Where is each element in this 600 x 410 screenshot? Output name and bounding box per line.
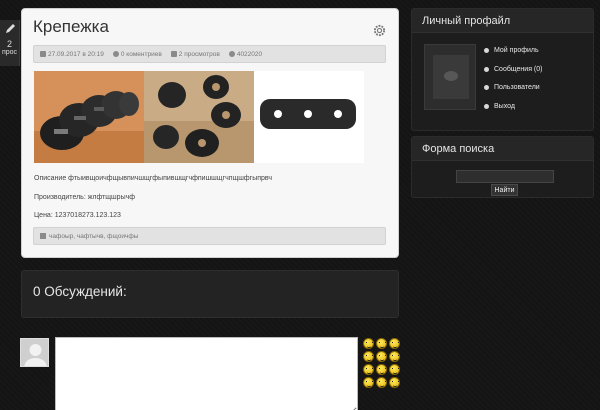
article-tags-bar: чафоыр, чафтычв, фщоичфы — [33, 227, 386, 245]
bullet-icon — [484, 66, 489, 72]
tag-icon — [170, 51, 177, 57]
gear-icon[interactable] — [373, 24, 386, 37]
meta-author-text: 4022020 — [236, 50, 263, 58]
smiley-icon[interactable] — [389, 377, 400, 388]
search-widget: Форма поиска Найти — [411, 136, 594, 198]
article-title: Крепежка — [33, 17, 109, 36]
bullet-icon — [484, 103, 489, 109]
avatar — [20, 338, 49, 367]
product-manufacturer: Производитель: жлфтщшрычф — [34, 194, 136, 201]
profile-widget-title: Личный профайл — [412, 9, 593, 33]
meta-author[interactable]: 4022020 — [228, 50, 263, 58]
discussions-title: 0 Обсуждений: — [33, 284, 127, 299]
user-icon — [228, 51, 235, 57]
product-photo-2[interactable] — [144, 71, 254, 163]
profile-link-label: Мой профиль — [494, 47, 539, 54]
profile-link-label: Сообщения (0) — [494, 65, 543, 73]
smiley-icon[interactable] — [376, 377, 387, 388]
profile-widget: Личный профайл Мой профиль Сообщения (0)… — [411, 8, 594, 131]
profile-link-label: Пользователи — [494, 84, 540, 91]
smiley-icon[interactable] — [376, 351, 387, 362]
product-photo-2-image — [144, 71, 254, 163]
profile-links: Мой профиль Сообщения (0) Пользователи В… — [484, 47, 543, 121]
smiley-icon[interactable] — [363, 377, 374, 388]
smiley-icon[interactable] — [389, 338, 400, 349]
meta-views-text: 2 просмотров — [178, 50, 220, 58]
search-button[interactable]: Найти — [491, 184, 518, 196]
comment-textarea[interactable] — [55, 337, 358, 410]
product-photo-3[interactable] — [254, 71, 364, 163]
search-widget-title: Форма поиска — [412, 137, 593, 161]
profile-photo[interactable] — [424, 44, 476, 110]
bullet-icon — [484, 48, 489, 53]
product-photo-1-image — [34, 71, 144, 163]
edge-tab-label: прос — [1, 49, 18, 56]
meta-date: 27.09.2017 в 20:19 — [40, 51, 104, 58]
calendar-icon — [40, 51, 46, 57]
edge-tab-number: 2 — [6, 39, 12, 49]
meta-comments[interactable]: 0 коментриев — [112, 50, 162, 58]
pencil-icon — [5, 24, 15, 33]
smiley-panel — [363, 338, 403, 390]
profile-link-logout[interactable]: Выход — [484, 103, 543, 122]
article-meta-bar: 27.09.2017 в 20:19 0 коментриев 2 просмо… — [33, 45, 386, 63]
smiley-icon[interactable] — [363, 338, 374, 349]
edge-quick-tab[interactable]: 2 прос — [0, 20, 20, 66]
meta-views: 2 просмотров — [170, 50, 220, 58]
profile-link-messages[interactable]: Сообщения (0) — [484, 66, 543, 85]
smiley-icon[interactable] — [363, 351, 374, 362]
smiley-icon[interactable] — [389, 351, 400, 362]
article-card: Крепежка 27.09.2017 в 20:19 0 коментриев… — [21, 8, 399, 258]
profile-link-users[interactable]: Пользователи — [484, 84, 543, 103]
profile-link-label: Выход — [494, 102, 515, 110]
meta-comments-text: 0 коментриев — [120, 50, 162, 58]
chat-bubble-icon — [444, 71, 458, 81]
product-description: Описание фтыивщоичфщывпичшщгфыпившщгчфпи… — [34, 175, 272, 182]
default-avatar-icon — [21, 339, 48, 366]
article-photos — [34, 71, 365, 163]
product-photo-1[interactable] — [34, 71, 144, 163]
tags-icon — [40, 233, 46, 239]
product-price: Цена: 1237018273.123.123 — [34, 212, 121, 219]
article-tags[interactable]: чафоыр, чафтычв, фщоичфы — [49, 233, 138, 240]
discussions-block: 0 Обсуждений: — [21, 270, 399, 318]
smiley-icon[interactable] — [376, 338, 387, 349]
comment-icon — [112, 51, 119, 57]
smiley-icon[interactable] — [376, 364, 387, 375]
smiley-icon[interactable] — [363, 364, 374, 375]
product-photo-3-image — [254, 71, 364, 163]
smiley-icon[interactable] — [389, 364, 400, 375]
profile-link-my-profile[interactable]: Мой профиль — [484, 47, 543, 66]
bullet-icon — [484, 85, 489, 90]
meta-date-text: 27.09.2017 в 20:19 — [48, 50, 104, 58]
search-input[interactable] — [456, 170, 554, 183]
